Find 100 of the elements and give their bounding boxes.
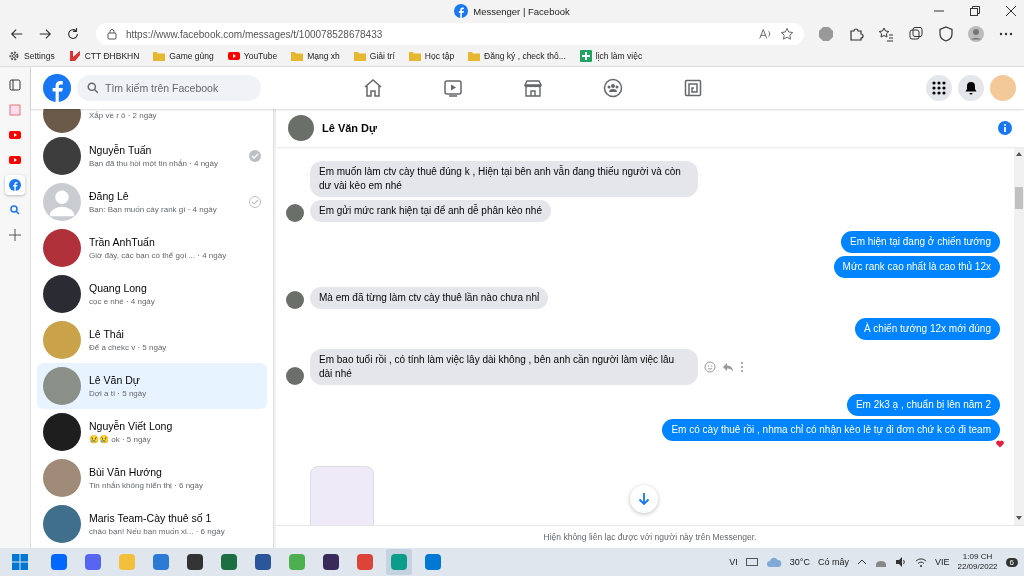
bookmark-item[interactable]: Đăng ký , check thô... [468, 50, 566, 62]
scroll-to-bottom-button[interactable] [630, 485, 658, 513]
bookmark-item[interactable]: CTT ĐHBKHN [68, 50, 140, 62]
message-bubble: Em 2k3 ạ , chuẩn bị lên năm 2 [846, 394, 1000, 416]
collections-icon[interactable] [908, 26, 924, 42]
conversation-item[interactable]: Đăng Lê Bạn: Bạn muốn cày rank gì · 4 ngày [37, 179, 267, 225]
store-icon[interactable] [523, 78, 543, 98]
message-bubble: À chiến tướng 12x mới đúng [854, 318, 1000, 340]
gaming-icon[interactable] [683, 78, 703, 98]
clock-date[interactable]: 22/09/2022 [957, 562, 998, 572]
favorite-star-icon[interactable] [780, 27, 794, 41]
info-icon[interactable] [998, 121, 1012, 135]
facebook-icon [454, 4, 469, 18]
message-preview: Giờ đây, các bạn có thể gọi ... · 4 ngày [89, 251, 228, 260]
app-icon [51, 554, 67, 570]
conversation-item[interactable]: Nguyễn Viết Long 😢😢 ok · 5 ngày [37, 409, 267, 455]
conversation-item[interactable]: Quang Long cọc e nhé · 4 ngày [37, 271, 267, 317]
app-icon [85, 554, 101, 570]
conversation-item[interactable]: Lê Văn Dự Dợi a tí · 5 ngày [37, 363, 267, 409]
lock-icon [106, 28, 118, 40]
folder-icon [353, 50, 366, 62]
clock-time[interactable]: 1:09 CH [962, 552, 993, 562]
read-aloud-icon[interactable] [758, 27, 772, 41]
notifications-button[interactable] [958, 75, 984, 101]
avatar-photo [43, 137, 81, 175]
restore-icon[interactable] [970, 6, 980, 16]
contact-name: Nguyễn Viết Long [89, 420, 174, 432]
conversation-item[interactable]: Lê Thái Để a chekc v · 5 ngày [37, 317, 267, 363]
temperature[interactable]: 30°C [789, 557, 810, 567]
puzzle-icon[interactable] [848, 26, 864, 42]
bookmark-item[interactable]: Giải trí [353, 50, 395, 62]
message-bubble: Em bao tuổi rồi , có tính làm việc lây dài không , bên anh cần người làm việc lâu dài nhé [310, 349, 698, 385]
scroll-up-icon[interactable] [1016, 151, 1022, 157]
message-bubble: Em hiện tại đang ở chiến tướng [841, 231, 1000, 253]
menu-button[interactable] [926, 75, 952, 101]
avatar-photo [43, 505, 81, 543]
search-icon [87, 82, 99, 94]
bookmark-item[interactable]: lịch làm việc [579, 50, 643, 62]
weather-status[interactable]: Có mây [817, 557, 849, 567]
language-indicator[interactable]: VIE [935, 557, 950, 567]
avatar-photo [288, 115, 314, 141]
scroll-down-icon[interactable] [1016, 515, 1022, 521]
scrollbar-thumb[interactable] [1015, 187, 1023, 209]
facebook-logo[interactable] [43, 74, 71, 102]
video-icon[interactable] [443, 78, 463, 98]
bookmark-item[interactable]: Học tập [408, 50, 455, 62]
home-icon[interactable] [363, 78, 383, 98]
forward-icon[interactable] [38, 27, 52, 41]
site-icon [68, 50, 81, 62]
message-bubble: Mà em đã từng làm ctv cày thuê lần nào chưa nhỉ [310, 287, 549, 309]
message-preview: Bạn: Bạn muốn cày rank gì · 4 ngày [89, 205, 218, 214]
folder-icon [291, 50, 304, 62]
wifi-icon[interactable] [915, 556, 927, 568]
app-icon [425, 554, 441, 570]
refresh-icon[interactable] [66, 27, 80, 41]
app-icon [119, 554, 135, 570]
reply-icon[interactable] [722, 361, 734, 373]
contact-name: Quang Long [89, 282, 148, 294]
bell-icon [964, 81, 978, 95]
avatar-photo [43, 459, 81, 497]
play-icon [227, 50, 240, 62]
app-icon [289, 554, 305, 570]
bookmark-item[interactable]: Mạng xh [291, 50, 340, 62]
conversation-item[interactable]: Nguyễn Tuấn Bạn đã thu hồi một tin nhắn · 4 ngày [37, 133, 267, 179]
tabs-icon [9, 79, 21, 91]
avatar-photo [43, 321, 81, 359]
avatar-photo [43, 367, 81, 405]
folder-icon [153, 50, 166, 62]
back-icon[interactable] [10, 27, 24, 41]
conversation-item[interactable]: Maris Team-Cày thuê số 1 chào bạn! Nếu bạn muốn xi... · 6 ngày [37, 501, 267, 547]
keyboard-icon[interactable] [745, 556, 758, 568]
favorites-icon[interactable] [878, 26, 894, 42]
conversation-item[interactable]: Xắp về r ô · 2 ngày [37, 109, 267, 133]
conversation-item[interactable]: Trần AnhTuấn Giờ đây, các bạn có thể gọi ... · 4 ngày [37, 225, 267, 271]
bookmark-item[interactable]: Settings [8, 50, 55, 62]
windows-start-icon[interactable] [12, 554, 28, 570]
close-icon[interactable] [1006, 6, 1016, 16]
bookmark-item[interactable]: YouTube [227, 50, 278, 62]
shield-icon[interactable] [938, 26, 954, 42]
notification-button[interactable]: 6 [1005, 557, 1018, 567]
contact-name: Đăng Lê [89, 190, 130, 202]
contact-name: Lê Văn Dự [89, 374, 141, 386]
chevron-up-icon[interactable] [857, 557, 867, 567]
bookmark-item[interactable]: Game gủng [153, 50, 214, 62]
app-icon [391, 554, 407, 570]
sidebar-app-button[interactable] [5, 175, 25, 195]
groups-icon[interactable] [603, 78, 623, 98]
profile-icon[interactable] [968, 26, 984, 42]
folder-icon [408, 50, 421, 62]
address-bar[interactable]: https://www.facebook.com/messages/t/100078528678433 [96, 23, 804, 45]
screenshot-thumbnail[interactable] [310, 466, 374, 525]
conversation-item[interactable]: Bùi Văn Hướng Tin nhắn không hiển thị · 6 ngày [37, 455, 267, 501]
contact-name: Nguyễn Tuấn [89, 144, 153, 156]
speaker-icon[interactable] [895, 556, 907, 568]
message-preview: Xắp về r ô · 2 ngày [89, 111, 158, 120]
message-bubble: Em muốn làm ctv cày thuê đúng k , Hiện tại bên anh vẫn đang thiếu người và còn dư vài kèo em nhé [310, 161, 698, 197]
folder-icon [468, 50, 481, 62]
chat-contact-name[interactable]: Lê Văn Dự [322, 122, 378, 134]
search-field[interactable]: Tìm kiếm trên Facebook [77, 75, 261, 101]
input-method[interactable]: VI [729, 557, 738, 567]
